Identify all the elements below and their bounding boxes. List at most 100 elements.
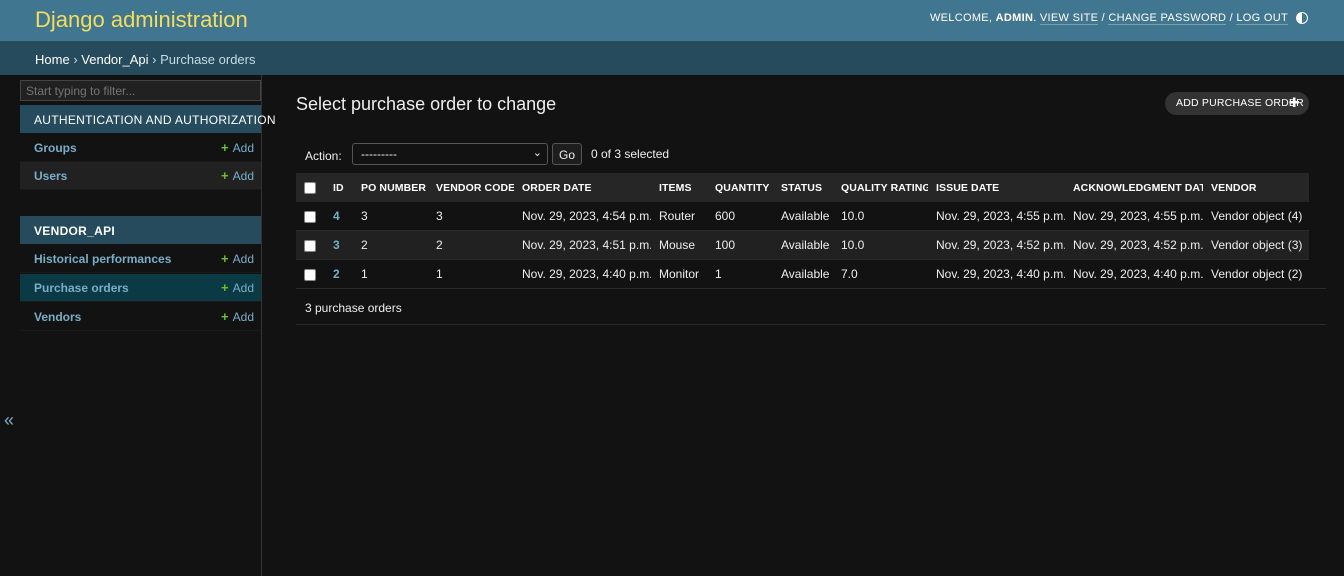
order-date-cell: Nov. 29, 2023, 4:54 p.m. <box>514 202 651 231</box>
vendor-code-cell: 2 <box>428 230 514 260</box>
add-purchase-order-button[interactable]: ADD PURCHASE ORDER ✚ <box>1165 92 1309 115</box>
quality-rating-cell: 10.0 <box>833 202 928 231</box>
actions-bar: Action: --------- ⌄ Go 0 of 3 selected <box>296 140 1309 172</box>
sidebar-edge: « <box>0 75 21 576</box>
row-checkbox[interactable] <box>304 268 316 281</box>
paginator: 3 purchase orders <box>296 288 1326 325</box>
column-header-items[interactable]: ITEMS <box>651 173 707 202</box>
add-button-label: ADD PURCHASE ORDER <box>1176 97 1304 109</box>
breadcrumb-app[interactable]: Vendor_Api <box>81 52 148 67</box>
quality-rating-cell: 10.0 <box>833 230 928 260</box>
nav-filter-input[interactable] <box>20 80 261 101</box>
nav-sidebar: AUTHENTICATION AND AUTHORIZATION Groups … <box>20 75 276 576</box>
quality-rating-cell: 7.0 <box>833 259 928 289</box>
log-out-link[interactable]: LOG OUT <box>1236 12 1288 25</box>
sidebar-item-groups: Groups + Add <box>20 134 261 162</box>
row-select-cell <box>296 230 325 260</box>
vendor-cell: Vendor object (2) <box>1203 259 1309 289</box>
go-button[interactable]: Go <box>552 143 582 165</box>
add-vendors-link[interactable]: + Add <box>221 309 254 324</box>
sidebar-item-historical-performances: Historical performances + Add <box>20 245 261 273</box>
status-cell: Available <box>773 259 833 289</box>
plus-icon: ✚ <box>1288 95 1300 110</box>
model-link-users[interactable]: Users <box>34 169 67 183</box>
welcome-text: WELCOME, <box>929 12 993 24</box>
id-cell: 4 <box>325 202 353 231</box>
add-label: Add <box>232 169 254 183</box>
model-link-historical-performances[interactable]: Historical performances <box>34 252 171 266</box>
vendor-cell: Vendor object (4) <box>1203 202 1309 231</box>
add-historical-performances-link[interactable]: + Add <box>221 251 254 266</box>
id-link[interactable]: 2 <box>333 267 340 281</box>
column-header-vendor-code[interactable]: VENDOR CODE <box>428 173 514 202</box>
table-row: 3 2 2 Nov. 29, 2023, 4:51 p.m. Mouse 100… <box>296 230 1309 260</box>
vendor-cell: Vendor object (3) <box>1203 230 1309 260</box>
add-label: Add <box>232 310 254 324</box>
quantity-cell: 600 <box>707 202 773 231</box>
acknowledgment-date-cell: Nov. 29, 2023, 4:52 p.m. <box>1065 230 1203 260</box>
breadcrumb-separator: › <box>152 52 157 67</box>
column-header-quantity[interactable]: QUANTITY <box>707 173 773 202</box>
action-select[interactable]: --------- ⌄ <box>352 143 548 165</box>
result-count: 3 purchase orders <box>305 301 402 315</box>
id-cell: 2 <box>325 259 353 289</box>
order-date-cell: Nov. 29, 2023, 4:51 p.m. <box>514 230 651 260</box>
quantity-cell: 1 <box>707 259 773 289</box>
site-brand[interactable]: Django administration <box>35 7 248 33</box>
plus-icon: + <box>221 251 229 266</box>
items-cell: Router <box>651 202 707 231</box>
separator: / <box>1229 12 1234 24</box>
column-header-po-number[interactable]: PO NUMBER <box>353 173 428 202</box>
vendor-code-cell: 3 <box>428 202 514 231</box>
column-header-vendor[interactable]: VENDOR <box>1203 173 1309 202</box>
issue-date-cell: Nov. 29, 2023, 4:55 p.m. <box>928 202 1065 231</box>
model-link-purchase-orders[interactable]: Purchase orders <box>34 281 129 295</box>
module-caption-auth[interactable]: AUTHENTICATION AND AUTHORIZATION <box>20 105 276 133</box>
add-purchase-orders-link[interactable]: + Add <box>221 280 254 295</box>
breadcrumb-home[interactable]: Home <box>35 52 70 67</box>
column-header-issue-date[interactable]: ISSUE DATE <box>928 173 1065 202</box>
add-label: Add <box>232 252 254 266</box>
column-header-acknowledgment-date[interactable]: ACKNOWLEDGMENT DATE <box>1065 173 1203 202</box>
po-number-cell: 1 <box>353 259 428 289</box>
id-link[interactable]: 3 <box>333 238 340 252</box>
row-checkbox[interactable] <box>304 210 316 223</box>
items-cell: Monitor <box>651 259 707 289</box>
toggle-sidebar-button[interactable]: « <box>4 410 14 431</box>
add-users-link[interactable]: + Add <box>221 168 254 183</box>
breadcrumb-current: Purchase orders <box>160 52 256 67</box>
breadcrumb-separator: › <box>73 52 78 67</box>
po-number-cell: 2 <box>353 230 428 260</box>
table-row: 2 1 1 Nov. 29, 2023, 4:40 p.m. Monitor 1… <box>296 259 1309 289</box>
model-link-vendors[interactable]: Vendors <box>34 310 81 324</box>
separator: / <box>1101 12 1105 24</box>
breadcrumb: Home › Vendor_Api › Purchase orders <box>0 41 1344 75</box>
select-all-checkbox[interactable] <box>304 181 316 194</box>
action-label: Action: <box>305 149 342 163</box>
model-link-groups[interactable]: Groups <box>34 141 77 155</box>
column-header-id[interactable]: ID <box>325 173 353 202</box>
column-header-order-date[interactable]: ORDER DATE <box>514 173 651 202</box>
header: Django administration WELCOME, ADMIN. VI… <box>0 0 1344 41</box>
change-password-link[interactable]: CHANGE PASSWORD <box>1108 12 1227 25</box>
column-header-status[interactable]: STATUS <box>773 173 833 202</box>
row-select-cell <box>296 259 325 289</box>
table-header-row: ID PO NUMBER VENDOR CODE ORDER DATE ITEM… <box>296 173 1309 202</box>
status-cell: Available <box>773 230 833 260</box>
selection-counter: 0 of 3 selected <box>591 147 670 161</box>
issue-date-cell: Nov. 29, 2023, 4:52 p.m. <box>928 230 1065 260</box>
add-groups-link[interactable]: + Add <box>221 140 254 155</box>
view-site-link[interactable]: VIEW SITE <box>1039 12 1099 25</box>
row-checkbox[interactable] <box>304 239 316 252</box>
vendor-code-cell: 1 <box>428 259 514 289</box>
add-label: Add <box>232 141 254 155</box>
plus-icon: + <box>221 280 229 295</box>
id-link[interactable]: 4 <box>333 209 340 223</box>
issue-date-cell: Nov. 29, 2023, 4:40 p.m. <box>928 259 1065 289</box>
sidebar-item-vendors: Vendors + Add <box>20 303 261 331</box>
module-caption-vendor-api[interactable]: VENDOR_API <box>20 216 261 244</box>
theme-toggle-icon[interactable] <box>1296 12 1308 24</box>
order-date-cell: Nov. 29, 2023, 4:40 p.m. <box>514 259 651 289</box>
quantity-cell: 100 <box>707 230 773 260</box>
column-header-quality-rating[interactable]: QUALITY RATING <box>833 173 928 202</box>
